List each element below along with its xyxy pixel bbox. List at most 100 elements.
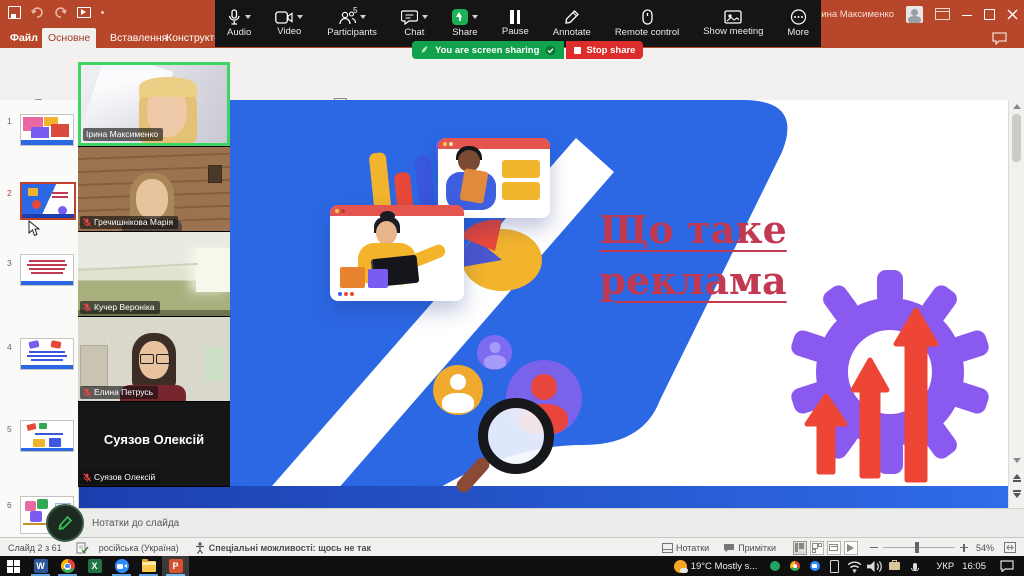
thumb-number: 6: [7, 500, 12, 510]
zoom-level[interactable]: 54%: [976, 543, 994, 553]
fit-to-window-icon[interactable]: [1004, 542, 1016, 553]
powerpoint-icon: P: [169, 559, 183, 573]
ribbon-display-options-icon[interactable]: [935, 8, 950, 20]
comments-toggle[interactable]: Примітки: [723, 543, 776, 553]
taskbar-chrome[interactable]: [54, 556, 81, 576]
zoom-chat-button[interactable]: Chat: [389, 0, 440, 47]
taskbar-powerpoint-active[interactable]: P: [162, 556, 189, 576]
slide-counter: Слайд 2 з 61: [8, 543, 62, 553]
participant-name-label: Ірина Максименко: [83, 128, 163, 141]
slide-thumbnail-3[interactable]: [20, 254, 74, 286]
video-tile-elina[interactable]: Елина Петрусь: [78, 317, 230, 401]
camera-icon: [275, 11, 293, 24]
tab-file[interactable]: Файл: [4, 28, 44, 48]
slide-thumbnail-panel: 1 2 3 4: [0, 100, 79, 537]
quick-access-more-icon[interactable]: [101, 11, 104, 14]
zoom-app-icon: [115, 559, 129, 573]
thumb-number: 1: [7, 116, 12, 126]
tray-phone-icon[interactable]: [827, 559, 842, 574]
tab-home[interactable]: Основне: [42, 28, 96, 48]
thumb-number: 4: [7, 342, 12, 352]
scrollbar-thumb[interactable]: [1012, 114, 1021, 162]
view-normal-button[interactable]: [793, 541, 807, 555]
tray-wifi-icon[interactable]: [847, 559, 862, 574]
language-indicator[interactable]: російська (Україна): [99, 543, 179, 553]
thumb-number: 5: [7, 424, 12, 434]
slide-thumbnail-1[interactable]: [20, 114, 74, 146]
weather-icon: [674, 560, 687, 573]
browser-window-illustration-bottom: [330, 205, 464, 301]
accessibility-status[interactable]: Спеціальні можливості: щось не так: [209, 543, 371, 553]
zoom-remote-control-button[interactable]: Remote control: [603, 0, 691, 47]
tray-speaker-icon[interactable]: [867, 559, 882, 574]
video-tile-oleksii-camera-off[interactable]: Суязов Олексій Суязов Олексій: [78, 402, 230, 486]
stop-share-button[interactable]: Stop share: [566, 41, 643, 59]
taskbar-excel[interactable]: X: [81, 556, 108, 576]
weather-widget[interactable]: 19°C Mostly s...: [674, 560, 758, 573]
zoom-share-button[interactable]: Share: [440, 0, 490, 47]
zoom-show-meeting-button[interactable]: Show meeting: [691, 0, 775, 47]
zoom-out-button[interactable]: [870, 547, 878, 549]
zoom-audio-button[interactable]: Audio: [215, 0, 263, 47]
scroll-up-icon[interactable]: [1013, 104, 1021, 109]
tray-mic-icon[interactable]: [907, 559, 922, 574]
undo-icon[interactable]: [31, 7, 44, 18]
view-slideshow-button[interactable]: [844, 541, 858, 555]
taskbar-word[interactable]: W: [27, 556, 54, 576]
slide-title[interactable]: Що таке реклама: [578, 204, 808, 307]
avatar[interactable]: [906, 6, 923, 23]
slide-thumbnail-5[interactable]: [20, 420, 74, 452]
tray-chrome-icon[interactable]: [787, 559, 802, 574]
zoom-slider[interactable]: [883, 547, 955, 549]
redo-icon[interactable]: [54, 7, 67, 18]
stop-icon: [574, 47, 581, 54]
next-slide-button[interactable]: [1013, 490, 1021, 498]
clock[interactable]: 16:05: [962, 561, 986, 572]
tray-app-green-icon[interactable]: [767, 559, 782, 574]
zoom-video-strip: Ірина Максименко Гречишнікова Марія Куче…: [78, 62, 230, 487]
tray-zoom-icon[interactable]: [807, 559, 822, 574]
zoom-more-button[interactable]: More: [775, 0, 821, 47]
notes-toggle[interactable]: Нотатки: [662, 543, 709, 553]
more-icon: [790, 9, 807, 25]
video-tile-maria[interactable]: Гречишнікова Марія: [78, 147, 230, 231]
comments-icon[interactable]: [992, 32, 1007, 45]
save-icon[interactable]: [8, 6, 21, 19]
notes-pane[interactable]: Нотатки до слайда: [78, 508, 1024, 537]
slide-scrollbar[interactable]: [1008, 100, 1024, 508]
zoom-video-button[interactable]: Video: [263, 0, 315, 47]
zoom-in-button[interactable]: [960, 544, 968, 552]
account-name[interactable]: Ірина Максименко: [813, 9, 894, 20]
share-icon: [452, 9, 468, 25]
tray-briefcase-icon[interactable]: [887, 559, 902, 574]
mic-muted-icon: [83, 303, 91, 312]
zoom-pause-button[interactable]: Pause: [490, 0, 541, 47]
scroll-down-icon[interactable]: [1013, 458, 1021, 463]
zoom-slider-thumb[interactable]: [915, 542, 919, 553]
view-slide-sorter-button[interactable]: [810, 541, 824, 555]
magnifier-illustration: [464, 396, 554, 496]
minimize-button[interactable]: [962, 9, 972, 19]
notes-toggle-icon: [662, 543, 673, 553]
start-button[interactable]: [0, 556, 27, 576]
slide-thumbnail-2-selected[interactable]: [20, 182, 76, 220]
previous-slide-button[interactable]: [1013, 474, 1021, 482]
slide-thumbnail-4[interactable]: [20, 338, 74, 370]
action-center-icon[interactable]: [1000, 560, 1014, 572]
annotation-fab[interactable]: [46, 504, 84, 542]
mic-muted-icon: [83, 473, 91, 482]
spellcheck-icon[interactable]: [76, 542, 89, 554]
close-button[interactable]: [1007, 9, 1018, 20]
video-tile-irina[interactable]: Ірина Максименко: [78, 62, 230, 146]
accessibility-icon[interactable]: [195, 542, 205, 554]
view-reading-button[interactable]: [827, 541, 841, 555]
start-slideshow-icon[interactable]: [77, 7, 91, 18]
restore-button[interactable]: [984, 9, 995, 20]
keyboard-language[interactable]: УКР: [936, 561, 954, 572]
zoom-annotate-button[interactable]: Annotate: [541, 0, 603, 47]
zoom-participants-button[interactable]: 5 Participants: [315, 0, 389, 47]
video-tile-veronika[interactable]: Кучер Вероніка: [78, 232, 230, 316]
zoom-meeting-toolbar: Audio Video 5 Participants Chat Share Pa…: [215, 0, 821, 47]
taskbar-explorer[interactable]: [135, 556, 162, 576]
taskbar-zoom[interactable]: [108, 556, 135, 576]
